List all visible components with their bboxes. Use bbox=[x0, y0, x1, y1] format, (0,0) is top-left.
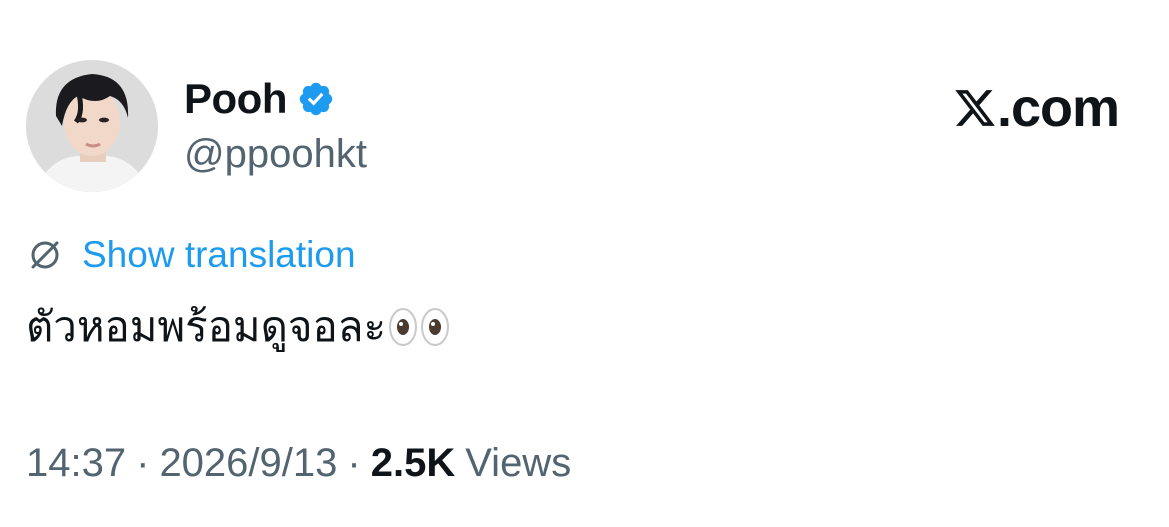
user-handle[interactable]: @ppoohkt bbox=[184, 130, 367, 178]
separator-dot: · bbox=[136, 441, 150, 485]
tweet-body: ตัวหอมพร้อมดูจอละ bbox=[26, 302, 387, 351]
x-logo-icon bbox=[953, 86, 997, 130]
globe-icon bbox=[26, 236, 64, 274]
brand-domain-text: .com bbox=[996, 78, 1120, 138]
show-translation-link[interactable]: Show translation bbox=[82, 232, 356, 278]
tweet-time[interactable]: 14:37 bbox=[26, 438, 126, 488]
verified-badge-icon bbox=[297, 80, 335, 118]
separator-dot: · bbox=[347, 441, 361, 485]
views-label: Views bbox=[465, 441, 572, 485]
name-row: Pooh bbox=[184, 72, 335, 126]
avatar[interactable] bbox=[26, 60, 158, 192]
avatar-image bbox=[26, 60, 158, 192]
tweet-text: ตัวหอมพร้อมดูจอละ bbox=[26, 296, 452, 358]
tweet-date[interactable]: 2026/9/13 bbox=[159, 438, 337, 488]
views-count[interactable]: 2.5K bbox=[371, 438, 456, 488]
translation-row[interactable]: Show translation bbox=[26, 232, 356, 278]
tweet-meta: 14:37 · 2026/9/13 · 2.5K Views bbox=[26, 438, 571, 488]
display-name[interactable]: Pooh bbox=[184, 72, 287, 126]
brand-logo: .com bbox=[953, 78, 1120, 138]
eyes-emoji-icon bbox=[388, 307, 452, 347]
tweet-card: Pooh @ppoohkt .com Show translation ตัวห… bbox=[0, 0, 1169, 527]
